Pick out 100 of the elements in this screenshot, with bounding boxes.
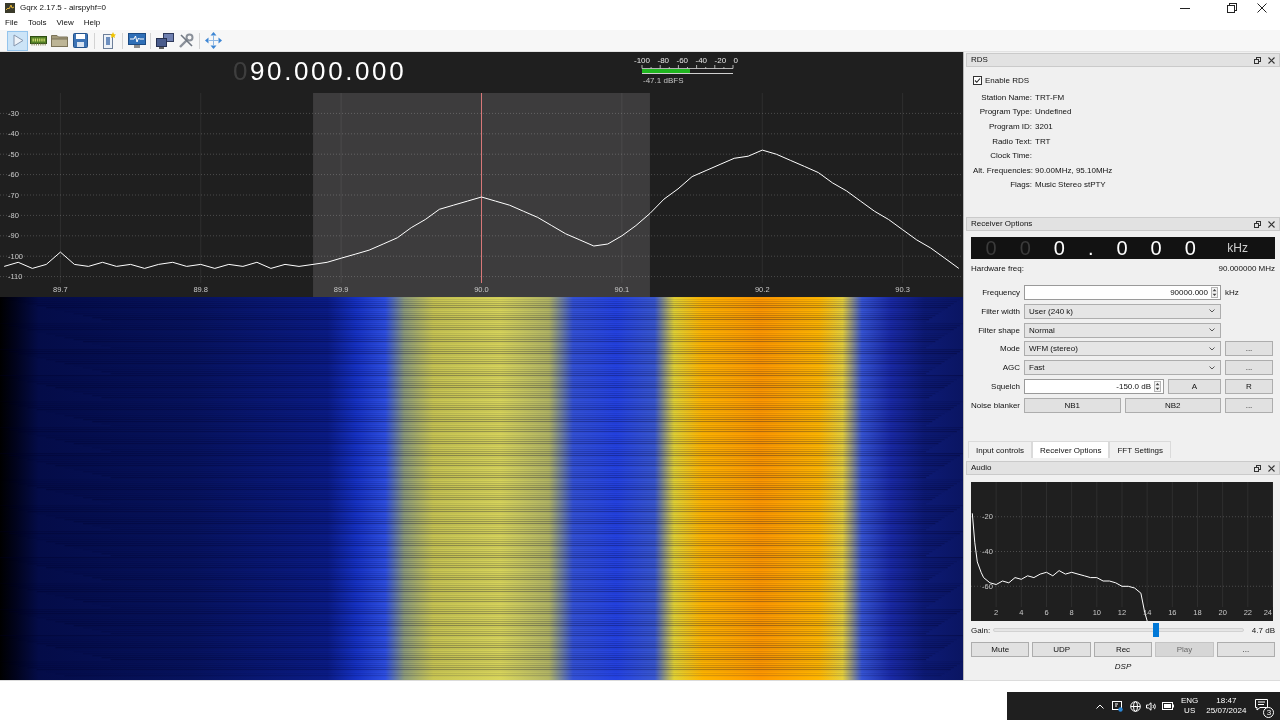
checkbox[interactable] bbox=[973, 75, 982, 85]
spin-arrows-icon[interactable] bbox=[1211, 287, 1218, 298]
field-label: Frequency bbox=[981, 288, 1020, 297]
meter-scale-label: -100 bbox=[634, 56, 650, 65]
panel-button[interactable]: R bbox=[1225, 379, 1273, 394]
panel-button[interactable]: ... bbox=[1225, 341, 1273, 357]
field-value: 3201 bbox=[1035, 122, 1054, 131]
tools-icon bbox=[177, 32, 194, 49]
tab[interactable]: FFT Settings bbox=[1109, 441, 1172, 458]
audio-button[interactable]: ... bbox=[1216, 642, 1276, 657]
meter-scale-label: 0 bbox=[733, 56, 738, 65]
chevron-down-icon bbox=[1209, 365, 1215, 370]
field-label: Alt. Frequencies: bbox=[973, 165, 1032, 175]
undock-windows-icon[interactable] bbox=[1254, 220, 1261, 228]
dsp-label: DSP bbox=[1114, 662, 1132, 671]
meter-reading: -47.1 dBFS bbox=[643, 76, 685, 85]
field-value: Music Stereo stPTY bbox=[1035, 180, 1107, 190]
dropdown[interactable]: Normal bbox=[1024, 322, 1221, 338]
tab[interactable]: Input controls bbox=[968, 441, 1033, 458]
frequency-unit: kHz bbox=[1227, 241, 1248, 255]
field-label: Mode bbox=[999, 344, 1020, 354]
frequency-digit[interactable]: . bbox=[1076, 237, 1105, 259]
folder-icon bbox=[51, 34, 68, 47]
undock-windows-icon[interactable] bbox=[1254, 464, 1261, 472]
spin-arrows-icon[interactable] bbox=[1154, 381, 1161, 392]
slider-thumb[interactable] bbox=[1152, 623, 1159, 637]
frequency-digit[interactable]: 0 bbox=[1042, 237, 1077, 259]
field-value: TRT bbox=[1035, 136, 1052, 146]
dropdown[interactable]: User (240 k) bbox=[1024, 303, 1221, 319]
speaker-icon[interactable] bbox=[1146, 701, 1157, 711]
clock-date[interactable]: 25/07/2024 bbox=[1206, 706, 1247, 716]
window-title: Gqrx 2.17.5 - airspyhf=0 bbox=[20, 2, 107, 13]
play-icon bbox=[11, 34, 24, 47]
field-label: Program ID: bbox=[987, 122, 1032, 131]
dock-title: Audio bbox=[971, 463, 992, 473]
menu-item[interactable]: Tools bbox=[22, 15, 52, 30]
field-value: 90.00MHz, 95.10MHz bbox=[1035, 165, 1114, 175]
frequency-digit[interactable]: 0 bbox=[1139, 237, 1174, 259]
checkbox-label[interactable]: Enable RDS bbox=[985, 75, 1030, 85]
field-label: Noise blanker bbox=[971, 400, 1020, 410]
gain-label: Gain: bbox=[971, 625, 991, 635]
field-label: Flags: bbox=[1009, 180, 1032, 190]
dropdown[interactable]: Fast bbox=[1024, 360, 1221, 376]
meter-scale-label: -80 bbox=[657, 56, 670, 65]
hardware-freq-value: 90.000000 MHz bbox=[1218, 264, 1275, 273]
panel-button[interactable]: A bbox=[1168, 379, 1221, 394]
close-icon[interactable] bbox=[1268, 56, 1275, 64]
field-value: Undefined bbox=[1035, 107, 1073, 117]
meter-scale-label: -40 bbox=[695, 56, 708, 65]
close-icon[interactable] bbox=[1268, 464, 1275, 472]
screen-icon[interactable] bbox=[1112, 700, 1123, 712]
frequency-digit[interactable]: 0 bbox=[1173, 237, 1208, 259]
circuit-board-icon bbox=[30, 35, 47, 46]
field-label: AGC bbox=[1001, 363, 1020, 373]
frequency-digit[interactable]: 0 bbox=[1104, 237, 1140, 259]
globe-icon[interactable] bbox=[1130, 700, 1141, 712]
number-field[interactable]: -150.0 dB bbox=[1024, 379, 1164, 394]
undock-windows-icon[interactable] bbox=[1254, 56, 1261, 64]
battery-icon[interactable] bbox=[1162, 702, 1174, 710]
close-icon[interactable] bbox=[1268, 220, 1275, 228]
toolbar-button[interactable] bbox=[70, 30, 91, 51]
unit-label: kHz bbox=[1225, 288, 1239, 297]
toolbar-button[interactable] bbox=[126, 30, 147, 51]
notification-icon[interactable] bbox=[1255, 699, 1269, 711]
menu-item[interactable]: Help bbox=[78, 15, 106, 30]
notification-count: 3 bbox=[1263, 707, 1275, 718]
field-value: TRT-FM bbox=[1035, 92, 1066, 102]
audio-button[interactable]: Mute bbox=[971, 642, 1030, 657]
computers-icon bbox=[155, 32, 174, 49]
caret-up-icon[interactable] bbox=[1096, 703, 1104, 709]
field-label: Filter shape bbox=[977, 325, 1020, 335]
meter-scale-label: -60 bbox=[676, 56, 689, 65]
menu-item[interactable]: File bbox=[0, 15, 23, 30]
field-label: Squelch bbox=[990, 382, 1020, 391]
panel-button[interactable]: NB2 bbox=[1124, 397, 1221, 413]
dock-title: Receiver Options bbox=[971, 219, 1033, 229]
region-indicator[interactable]: US bbox=[1184, 706, 1196, 716]
language-indicator[interactable]: ENG bbox=[1181, 696, 1199, 706]
menu-item[interactable]: View bbox=[51, 15, 79, 30]
toolbar-button[interactable] bbox=[154, 30, 175, 51]
field-label: Clock Time: bbox=[989, 151, 1032, 161]
restore-icon[interactable] bbox=[1227, 2, 1237, 13]
panel-button[interactable]: ... bbox=[1225, 397, 1273, 413]
audio-button[interactable]: UDP bbox=[1032, 642, 1091, 657]
panel-button[interactable]: NB1 bbox=[1024, 397, 1121, 413]
field-label: Program Type: bbox=[978, 107, 1032, 117]
monitor-waveform-icon bbox=[127, 33, 146, 48]
close-icon[interactable] bbox=[1257, 2, 1267, 13]
field-label: Filter width bbox=[980, 306, 1020, 316]
audio-button[interactable]: Rec bbox=[1093, 642, 1153, 657]
field-label: Radio Text: bbox=[991, 136, 1032, 146]
dock-title: RDS bbox=[971, 55, 988, 65]
panel-button[interactable]: ... bbox=[1225, 360, 1273, 376]
tab[interactable]: Receiver Options bbox=[1032, 441, 1110, 458]
frequency-digits[interactable]: 90.000.000 bbox=[250, 56, 407, 86]
chevron-down-icon bbox=[1209, 346, 1215, 351]
dropdown[interactable]: WFM (stereo) bbox=[1024, 341, 1221, 357]
number-field[interactable]: 90000.000 bbox=[1024, 285, 1221, 300]
clock-time[interactable]: 18:47 bbox=[1216, 696, 1237, 706]
chevron-down-icon bbox=[1209, 309, 1215, 314]
